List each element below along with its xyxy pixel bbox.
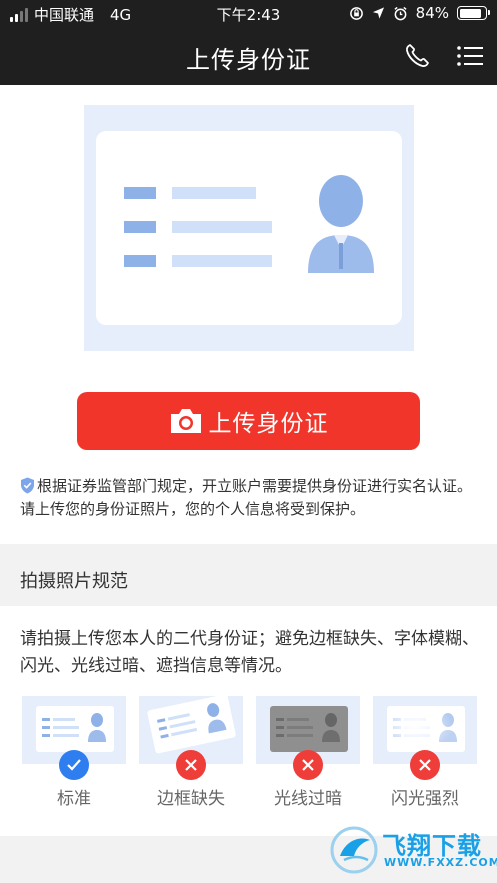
person-avatar-icon <box>308 175 374 273</box>
battery-percent: 84% <box>415 4 449 22</box>
error-x-icon <box>410 750 440 780</box>
upload-section: 上传身份证 根据证券监管部门规定，开立账户需要提供身份证进行实名认证。请上传您的… <box>0 85 497 544</box>
sample-label: 标准 <box>57 789 91 809</box>
sample-list: 标准 边框缺失 光线过暗 闪光强烈 <box>22 694 478 816</box>
watermark-url: WWW.FXXZ.COM <box>384 856 497 869</box>
shield-check-icon <box>21 477 34 494</box>
id-card-illustration <box>96 131 402 325</box>
error-x-icon <box>293 750 323 780</box>
id-card-preview[interactable] <box>84 105 414 351</box>
photo-spec-description: 请拍摄上传您本人的二代身份证；避免边框缺失、字体模糊、闪光、光线过暗、遮挡信息等… <box>20 629 479 676</box>
compliance-notice: 根据证券监管部门规定，开立账户需要提供身份证进行实名认证。请上传您的身份证照片，… <box>20 475 480 521</box>
alarm-icon <box>394 6 407 20</box>
battery-icon <box>457 6 490 20</box>
status-right: 84% <box>349 4 490 22</box>
watermark: 飞翔下载 WWW.FXXZ.COM <box>330 824 497 876</box>
sample-standard: 标准 <box>22 696 126 816</box>
sample-label: 边框缺失 <box>157 789 225 809</box>
notice-text: 根据证券监管部门规定，开立账户需要提供身份证进行实名认证。请上传您的身份证照片，… <box>20 477 473 518</box>
status-bar: 中国联通 4G 下午2:43 84% <box>0 0 497 28</box>
sample-label: 闪光强烈 <box>391 789 459 809</box>
check-icon <box>59 750 89 780</box>
photo-spec-title: 拍摄照片规范 <box>20 571 128 592</box>
menu-list-icon[interactable] <box>455 42 485 70</box>
upload-id-button[interactable]: 上传身份证 <box>77 392 420 450</box>
orientation-lock-icon <box>349 6 363 20</box>
error-x-icon <box>176 750 206 780</box>
phone-icon[interactable] <box>403 42 431 70</box>
id-card-graphic <box>124 175 374 273</box>
sample-too-dark: 光线过暗 <box>256 696 360 816</box>
nav-bar: 上传身份证 <box>0 28 497 85</box>
sample-label: 光线过暗 <box>274 789 342 809</box>
upload-button-label: 上传身份证 <box>208 411 329 437</box>
camera-icon <box>170 409 201 433</box>
photo-spec-header: 拍摄照片规范 <box>0 554 497 606</box>
sample-missing-border: 边框缺失 <box>139 694 243 816</box>
watermark-logo-icon <box>330 826 378 874</box>
location-icon <box>372 7 384 19</box>
photo-spec-section: 请拍摄上传您本人的二代身份证；避免边框缺失、字体模糊、闪光、光线过暗、遮挡信息等… <box>0 606 497 836</box>
sample-strong-flash: 闪光强烈 <box>373 696 477 816</box>
